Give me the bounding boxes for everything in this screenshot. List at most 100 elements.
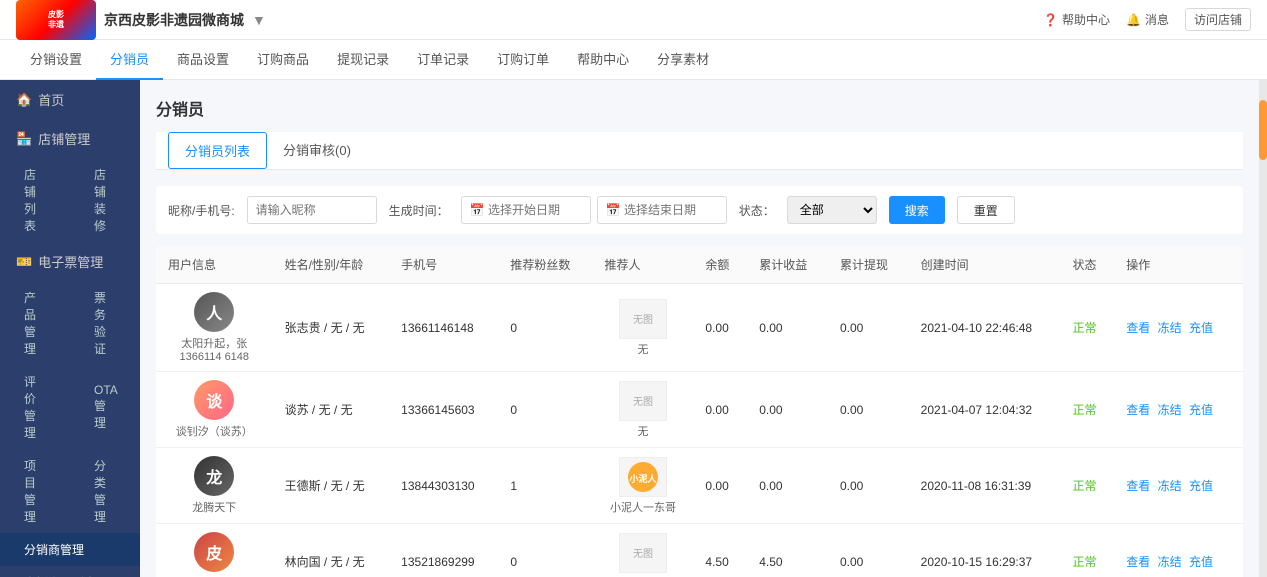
- visit-store-button[interactable]: 访问店铺: [1185, 8, 1251, 31]
- user-name-2: 龙腾天下: [192, 499, 236, 515]
- action-recharge-0[interactable]: 充值: [1189, 321, 1213, 335]
- home-icon: 🏠: [16, 92, 32, 108]
- action-recharge-1[interactable]: 充值: [1189, 403, 1213, 417]
- sidebar-sub-ota[interactable]: OTA管理: [70, 365, 140, 449]
- svg-text:小泥人: 小泥人: [628, 473, 657, 484]
- col-total-income: 累计收益: [747, 246, 828, 284]
- referrer-image-1: 无图: [619, 381, 667, 421]
- cell-name-1: 谈苏 / 无 / 无: [273, 372, 390, 448]
- top-nav: ❓ 帮助中心 🔔 消息 访问店铺: [1043, 8, 1251, 31]
- action-view-1[interactable]: 查看: [1126, 403, 1150, 417]
- cell-balance-3: 4.50: [693, 524, 747, 577]
- col-referrer: 推荐人: [593, 246, 694, 284]
- sub-tab-distributor-list[interactable]: 分销员列表: [168, 132, 267, 169]
- page-title: 分销员: [156, 96, 1243, 120]
- cell-phone-2: 13844303130: [389, 448, 498, 524]
- cell-income-0: 0.00: [747, 284, 828, 372]
- sidebar-sub-category[interactable]: 分类管理: [70, 449, 140, 533]
- action-recharge-2[interactable]: 充值: [1189, 479, 1213, 493]
- cell-status-3: 正常: [1060, 524, 1114, 577]
- action-freeze-2[interactable]: 冻结: [1158, 479, 1182, 493]
- cell-fans-1: 0: [498, 372, 592, 448]
- cell-created-0: 2021-04-10 22:46:48: [909, 284, 1061, 372]
- col-total-withdraw: 累计提现: [828, 246, 909, 284]
- distributor-table: 用户信息 姓名/性别/年龄 手机号 推荐粉丝数 推荐人 余额 累计收益 累计提现…: [156, 246, 1243, 577]
- action-freeze-0[interactable]: 冻结: [1158, 321, 1182, 335]
- cell-phone-0: 13661146148: [389, 284, 498, 372]
- action-freeze-1[interactable]: 冻结: [1158, 403, 1182, 417]
- sub-tab-distributor-review[interactable]: 分销审核(0): [267, 132, 367, 170]
- tab-distributors[interactable]: 分销员: [96, 40, 163, 80]
- sidebar-sub-ticket-verify[interactable]: 票务验证: [70, 281, 140, 365]
- user-name-1: 谈钊汐（谈苏）: [176, 423, 253, 439]
- sidebar-sub-product[interactable]: 产品管理: [0, 281, 70, 365]
- action-recharge-3[interactable]: 充值: [1189, 555, 1213, 569]
- phone-input[interactable]: [247, 196, 377, 224]
- cell-referrer-0: 无图 无: [593, 284, 694, 372]
- sidebar-item-store-management[interactable]: 🏪 店铺管理: [0, 119, 140, 158]
- tab-purchase-orders[interactable]: 订购订单: [483, 40, 563, 80]
- col-name-gender-age: 姓名/性别/年龄: [273, 246, 390, 284]
- app-name: 京西皮影非遗园微商城: [104, 10, 244, 30]
- tab-share-materials[interactable]: 分享素材: [643, 40, 723, 80]
- cell-withdraw-3: 0.00: [828, 524, 909, 577]
- avatar-0: 人: [194, 292, 234, 332]
- help-center-link[interactable]: ❓ 帮助中心: [1043, 11, 1110, 28]
- search-button[interactable]: 搜索: [889, 196, 945, 224]
- cell-status-0: 正常: [1060, 284, 1114, 372]
- sidebar-sub-live-products[interactable]: 直播商品列表: [0, 566, 140, 577]
- sidebar-sub-store-list[interactable]: 店铺列表: [0, 158, 70, 242]
- cell-fans-2: 1: [498, 448, 592, 524]
- tab-withdrawal-records[interactable]: 提现记录: [323, 40, 403, 80]
- sidebar-sub-distributor-management[interactable]: 分销商管理: [0, 533, 140, 566]
- table-row: 人 太阳升起，张1366114 6148 张志贵 / 无 / 无 1366114…: [156, 284, 1243, 372]
- tab-help-center[interactable]: 帮助中心: [563, 40, 643, 80]
- cell-income-1: 0.00: [747, 372, 828, 448]
- cell-user-info-0: 人 太阳升起，张1366114 6148: [156, 284, 273, 372]
- sidebar-sub-project[interactable]: 项目管理: [0, 449, 70, 533]
- action-view-3[interactable]: 查看: [1126, 555, 1150, 569]
- table-row: 龙 龙腾天下 王德斯 / 无 / 无 13844303130 1 小泥人 小泥人…: [156, 448, 1243, 524]
- action-freeze-3[interactable]: 冻结: [1158, 555, 1182, 569]
- col-phone: 手机号: [389, 246, 498, 284]
- message-link[interactable]: 🔔 消息: [1126, 11, 1169, 28]
- bell-icon: 🔔: [1126, 13, 1141, 27]
- tab-product-settings[interactable]: 商品设置: [163, 40, 243, 80]
- cell-balance-0: 0.00: [693, 284, 747, 372]
- table-row: 皮 皮影中华 林向国 / 无 / 无 13521869299 0 无图 无 4.…: [156, 524, 1243, 577]
- cell-actions-3: 查看 冻结 充值: [1114, 524, 1243, 577]
- user-name-0: 太阳升起，张1366114 6148: [174, 335, 254, 363]
- reset-button[interactable]: 重置: [957, 196, 1015, 224]
- sidebar-sub-store-decor[interactable]: 店铺装修: [70, 158, 140, 242]
- cell-name-3: 林向国 / 无 / 无: [273, 524, 390, 577]
- help-icon: ❓: [1043, 13, 1058, 27]
- tab-ordered-products[interactable]: 订购商品: [243, 40, 323, 80]
- tab-order-records[interactable]: 订单记录: [403, 40, 483, 80]
- sidebar-item-eticket[interactable]: 🎫 电子票管理: [0, 242, 140, 281]
- action-view-2[interactable]: 查看: [1126, 479, 1150, 493]
- tab-distribution-settings[interactable]: 分销设置: [16, 40, 96, 80]
- table-row: 谈 谈钊汐（谈苏） 谈苏 / 无 / 无 13366145603 0 无图 无 …: [156, 372, 1243, 448]
- end-date-input[interactable]: [597, 196, 727, 224]
- cell-actions-1: 查看 冻结 充值: [1114, 372, 1243, 448]
- cell-actions-2: 查看 冻结 充值: [1114, 448, 1243, 524]
- col-balance: 余额: [693, 246, 747, 284]
- avatar-1: 谈: [194, 380, 234, 420]
- scroll-thumb[interactable]: [1259, 100, 1267, 160]
- top-header: 皮影非遗 京西皮影非遗园微商城 ▼ ❓ 帮助中心 🔔 消息 访问店铺: [0, 0, 1267, 40]
- cell-name-2: 王德斯 / 无 / 无: [273, 448, 390, 524]
- referrer-image-3: 无图: [619, 533, 667, 573]
- status-select[interactable]: 全部: [787, 196, 877, 224]
- sidebar: 🏠 首页 🏪 店铺管理 店铺列表 店铺装修 🎫 电子票管理 产品管理 票务验证: [0, 80, 140, 577]
- main-tab-bar: 分销设置 分销员 商品设置 订购商品 提现记录 订单记录 订购订单 帮助中心 分…: [0, 40, 1267, 80]
- right-scrollbar[interactable]: [1259, 80, 1267, 577]
- action-view-0[interactable]: 查看: [1126, 321, 1150, 335]
- dropdown-icon[interactable]: ▼: [252, 12, 266, 28]
- cell-income-3: 4.50: [747, 524, 828, 577]
- sidebar-item-home[interactable]: 🏠 首页: [0, 80, 140, 119]
- col-created: 创建时间: [909, 246, 1061, 284]
- app-logo: 皮影非遗: [16, 0, 96, 40]
- avatar-3: 皮: [194, 532, 234, 572]
- start-date-input[interactable]: [461, 196, 591, 224]
- sidebar-sub-review[interactable]: 评价管理: [0, 365, 70, 449]
